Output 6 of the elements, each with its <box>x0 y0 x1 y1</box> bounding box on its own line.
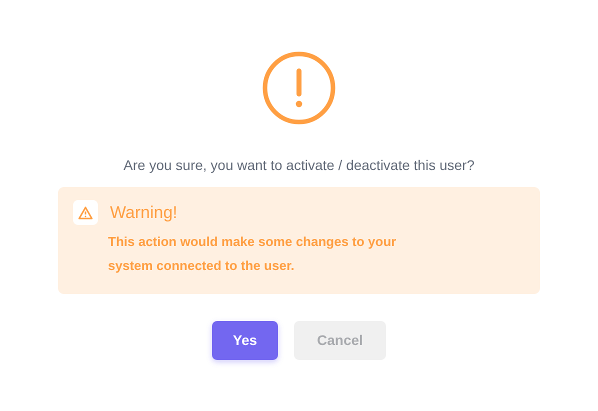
warning-icon <box>73 200 98 226</box>
confirmation-message: Are you sure, you want to activate / deactivate this user? <box>122 156 476 175</box>
alert-text: This action would make some changes to your system connected to the user. <box>108 232 398 275</box>
alert-title: Warning! <box>110 202 178 224</box>
yes-button[interactable]: Yes <box>212 320 278 360</box>
exclamation-icon <box>261 50 337 126</box>
